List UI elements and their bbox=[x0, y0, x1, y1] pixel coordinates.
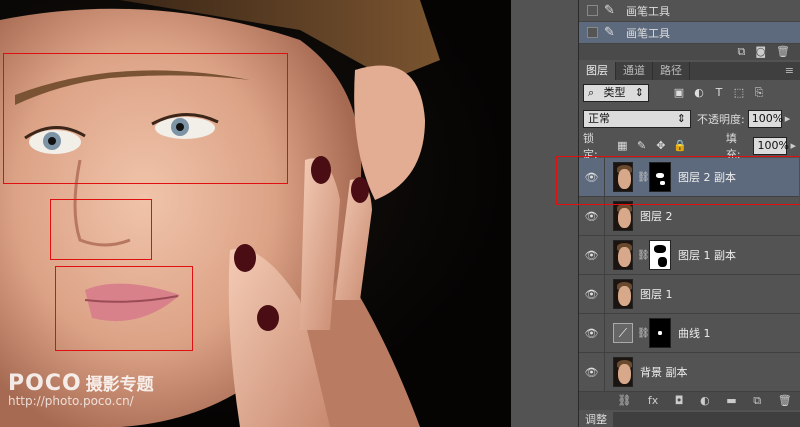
filter-kind-select[interactable]: ⌕ 类型 ⇕ bbox=[583, 84, 649, 102]
layers-footer-toolbar: ⛓ fx ◘ ◐ ▬ ⧉ 🗑 bbox=[579, 392, 800, 410]
type-filter-icon[interactable]: T bbox=[711, 86, 727, 100]
fx-icon[interactable]: fx bbox=[648, 393, 658, 409]
layer-name: 图层 2 bbox=[640, 210, 673, 223]
layer-thumbnail bbox=[613, 240, 633, 270]
blend-mode-select[interactable]: 正常 ⇕ bbox=[583, 110, 691, 128]
lock-image-icon[interactable]: ✎ bbox=[634, 139, 649, 153]
history-toolbar: ⧉ ◙ 🗑 bbox=[579, 44, 800, 60]
history-label: 画笔工具 bbox=[626, 26, 670, 40]
tab-channels[interactable]: 通道 bbox=[616, 62, 653, 80]
visibility-toggle[interactable]: 👁 bbox=[579, 352, 605, 392]
new-adjustment-icon[interactable]: ◐ bbox=[700, 393, 710, 409]
brush-icon: ✎ bbox=[604, 24, 615, 40]
photo-canvas[interactable]: POCO 摄影专题 http://photo.poco.cn/ bbox=[0, 0, 511, 427]
right-panel: ✎ 画笔工具 ✎ 画笔工具 ⧉ ◙ 🗑 图层 通道 路径 ≡ ⌕ 类型 ⇕ ▣ … bbox=[579, 0, 800, 427]
trash-icon[interactable]: 🗑 bbox=[778, 393, 792, 409]
tab-adjustments[interactable]: 调整 bbox=[579, 412, 613, 427]
add-mask-icon[interactable]: ◘ bbox=[675, 393, 684, 409]
history-checkbox[interactable] bbox=[587, 5, 598, 16]
lip-region-box bbox=[55, 266, 193, 351]
layer-row[interactable]: 👁 背景 副本 bbox=[579, 352, 800, 392]
smart-object-filter-icon[interactable]: ⎘ bbox=[751, 86, 767, 100]
chevron-updown-icon: ⇕ bbox=[634, 86, 644, 99]
history-label: 画笔工具 bbox=[626, 4, 670, 18]
visibility-toggle[interactable]: 👁 bbox=[579, 235, 605, 275]
chevron-right-icon[interactable]: ▸ bbox=[790, 138, 796, 154]
history-item-selected[interactable]: ✎ 画笔工具 bbox=[579, 22, 800, 44]
watermark-logo: POCO bbox=[8, 371, 82, 396]
history-checkbox[interactable] bbox=[587, 27, 598, 38]
panel-menu-icon[interactable]: ≡ bbox=[785, 62, 800, 80]
layer-name: 背景 副本 bbox=[640, 366, 688, 379]
new-document-from-state-icon[interactable]: ⧉ bbox=[737, 44, 745, 60]
nose-region-box bbox=[50, 199, 152, 260]
blend-mode-value: 正常 bbox=[588, 112, 610, 125]
layer-mask-thumbnail[interactable] bbox=[649, 318, 671, 348]
filter-kind-value: 类型 bbox=[603, 86, 626, 99]
layer-name: 图层 1 bbox=[640, 288, 673, 301]
eye-icon: 👁 bbox=[584, 209, 599, 223]
eye-icon: 👁 bbox=[584, 248, 599, 262]
layer-row[interactable]: 👁 图层 1 bbox=[579, 274, 800, 314]
eye-region-box bbox=[3, 53, 288, 184]
opacity-label: 不透明度: bbox=[697, 113, 745, 126]
layer-thumbnail bbox=[613, 357, 633, 387]
layer-name: 曲线 1 bbox=[678, 327, 711, 340]
lock-transparent-icon[interactable]: ▦ bbox=[615, 139, 630, 153]
layer-name: 图层 1 副本 bbox=[678, 249, 736, 262]
chain-link-icon[interactable]: ⛓ bbox=[637, 328, 650, 339]
adjustment-filter-icon[interactable]: ◐ bbox=[691, 86, 707, 100]
shape-filter-icon[interactable]: ⬚ bbox=[731, 86, 747, 100]
new-layer-icon[interactable]: ⧉ bbox=[753, 393, 761, 409]
curves-adjustment-icon: ⟋ bbox=[613, 323, 633, 343]
eye-icon: 👁 bbox=[584, 365, 599, 379]
layer-mask-thumbnail[interactable] bbox=[649, 240, 671, 270]
blend-row: 正常 ⇕ 不透明度: 100% ▸ bbox=[579, 107, 800, 131]
new-group-icon[interactable]: ▬ bbox=[726, 393, 736, 409]
opacity-input[interactable]: 100% bbox=[747, 110, 783, 128]
tab-paths[interactable]: 路径 bbox=[653, 62, 690, 80]
visibility-toggle[interactable]: 👁 bbox=[579, 274, 605, 314]
image-filter-icon[interactable]: ▣ bbox=[671, 86, 687, 100]
fill-input[interactable]: 100% bbox=[753, 137, 789, 155]
panel-gutter bbox=[511, 0, 579, 427]
filter-row: ⌕ 类型 ⇕ ▣ ◐ T ⬚ ⎘ bbox=[579, 81, 800, 105]
layer-row[interactable]: 👁 ⟋ ⛓ 曲线 1 bbox=[579, 313, 800, 353]
layers-tab-bar: 图层 通道 路径 ≡ bbox=[579, 62, 800, 80]
tab-layers[interactable]: 图层 bbox=[579, 62, 616, 80]
eye-icon: 👁 bbox=[584, 326, 599, 340]
chevron-updown-icon: ⇕ bbox=[676, 112, 686, 125]
chevron-right-icon[interactable]: ▸ bbox=[785, 111, 791, 127]
watermark: POCO 摄影专题 http://photo.poco.cn/ bbox=[8, 370, 154, 408]
lock-position-icon[interactable]: ✥ bbox=[653, 139, 668, 153]
layer-thumbnail bbox=[613, 279, 633, 309]
visibility-toggle[interactable]: 👁 bbox=[579, 313, 605, 353]
watermark-subtitle: 摄影专题 bbox=[85, 375, 154, 395]
brush-icon: ✎ bbox=[604, 2, 615, 18]
link-layers-icon[interactable]: ⛓ bbox=[617, 393, 631, 409]
lock-all-icon[interactable]: 🔒 bbox=[673, 139, 688, 153]
chain-link-icon[interactable]: ⛓ bbox=[637, 250, 650, 261]
search-icon: ⌕ bbox=[588, 86, 595, 99]
snapshot-camera-icon[interactable]: ◙ bbox=[755, 44, 766, 60]
eye-icon: 👁 bbox=[584, 287, 599, 301]
layer-row[interactable]: 👁 ⛓ 图层 1 副本 bbox=[579, 235, 800, 275]
layer-thumbnail bbox=[613, 201, 633, 231]
trash-icon[interactable]: 🗑 bbox=[776, 44, 790, 60]
history-item[interactable]: ✎ 画笔工具 bbox=[579, 0, 800, 22]
selected-layer-highlight-box bbox=[556, 156, 800, 205]
adjustments-tab-bar: 调整 bbox=[579, 412, 800, 427]
watermark-url: http://photo.poco.cn/ bbox=[8, 394, 134, 408]
lock-row: 锁定: ▦ ✎ ✥ 🔒 填充: 100% ▸ bbox=[579, 132, 800, 161]
